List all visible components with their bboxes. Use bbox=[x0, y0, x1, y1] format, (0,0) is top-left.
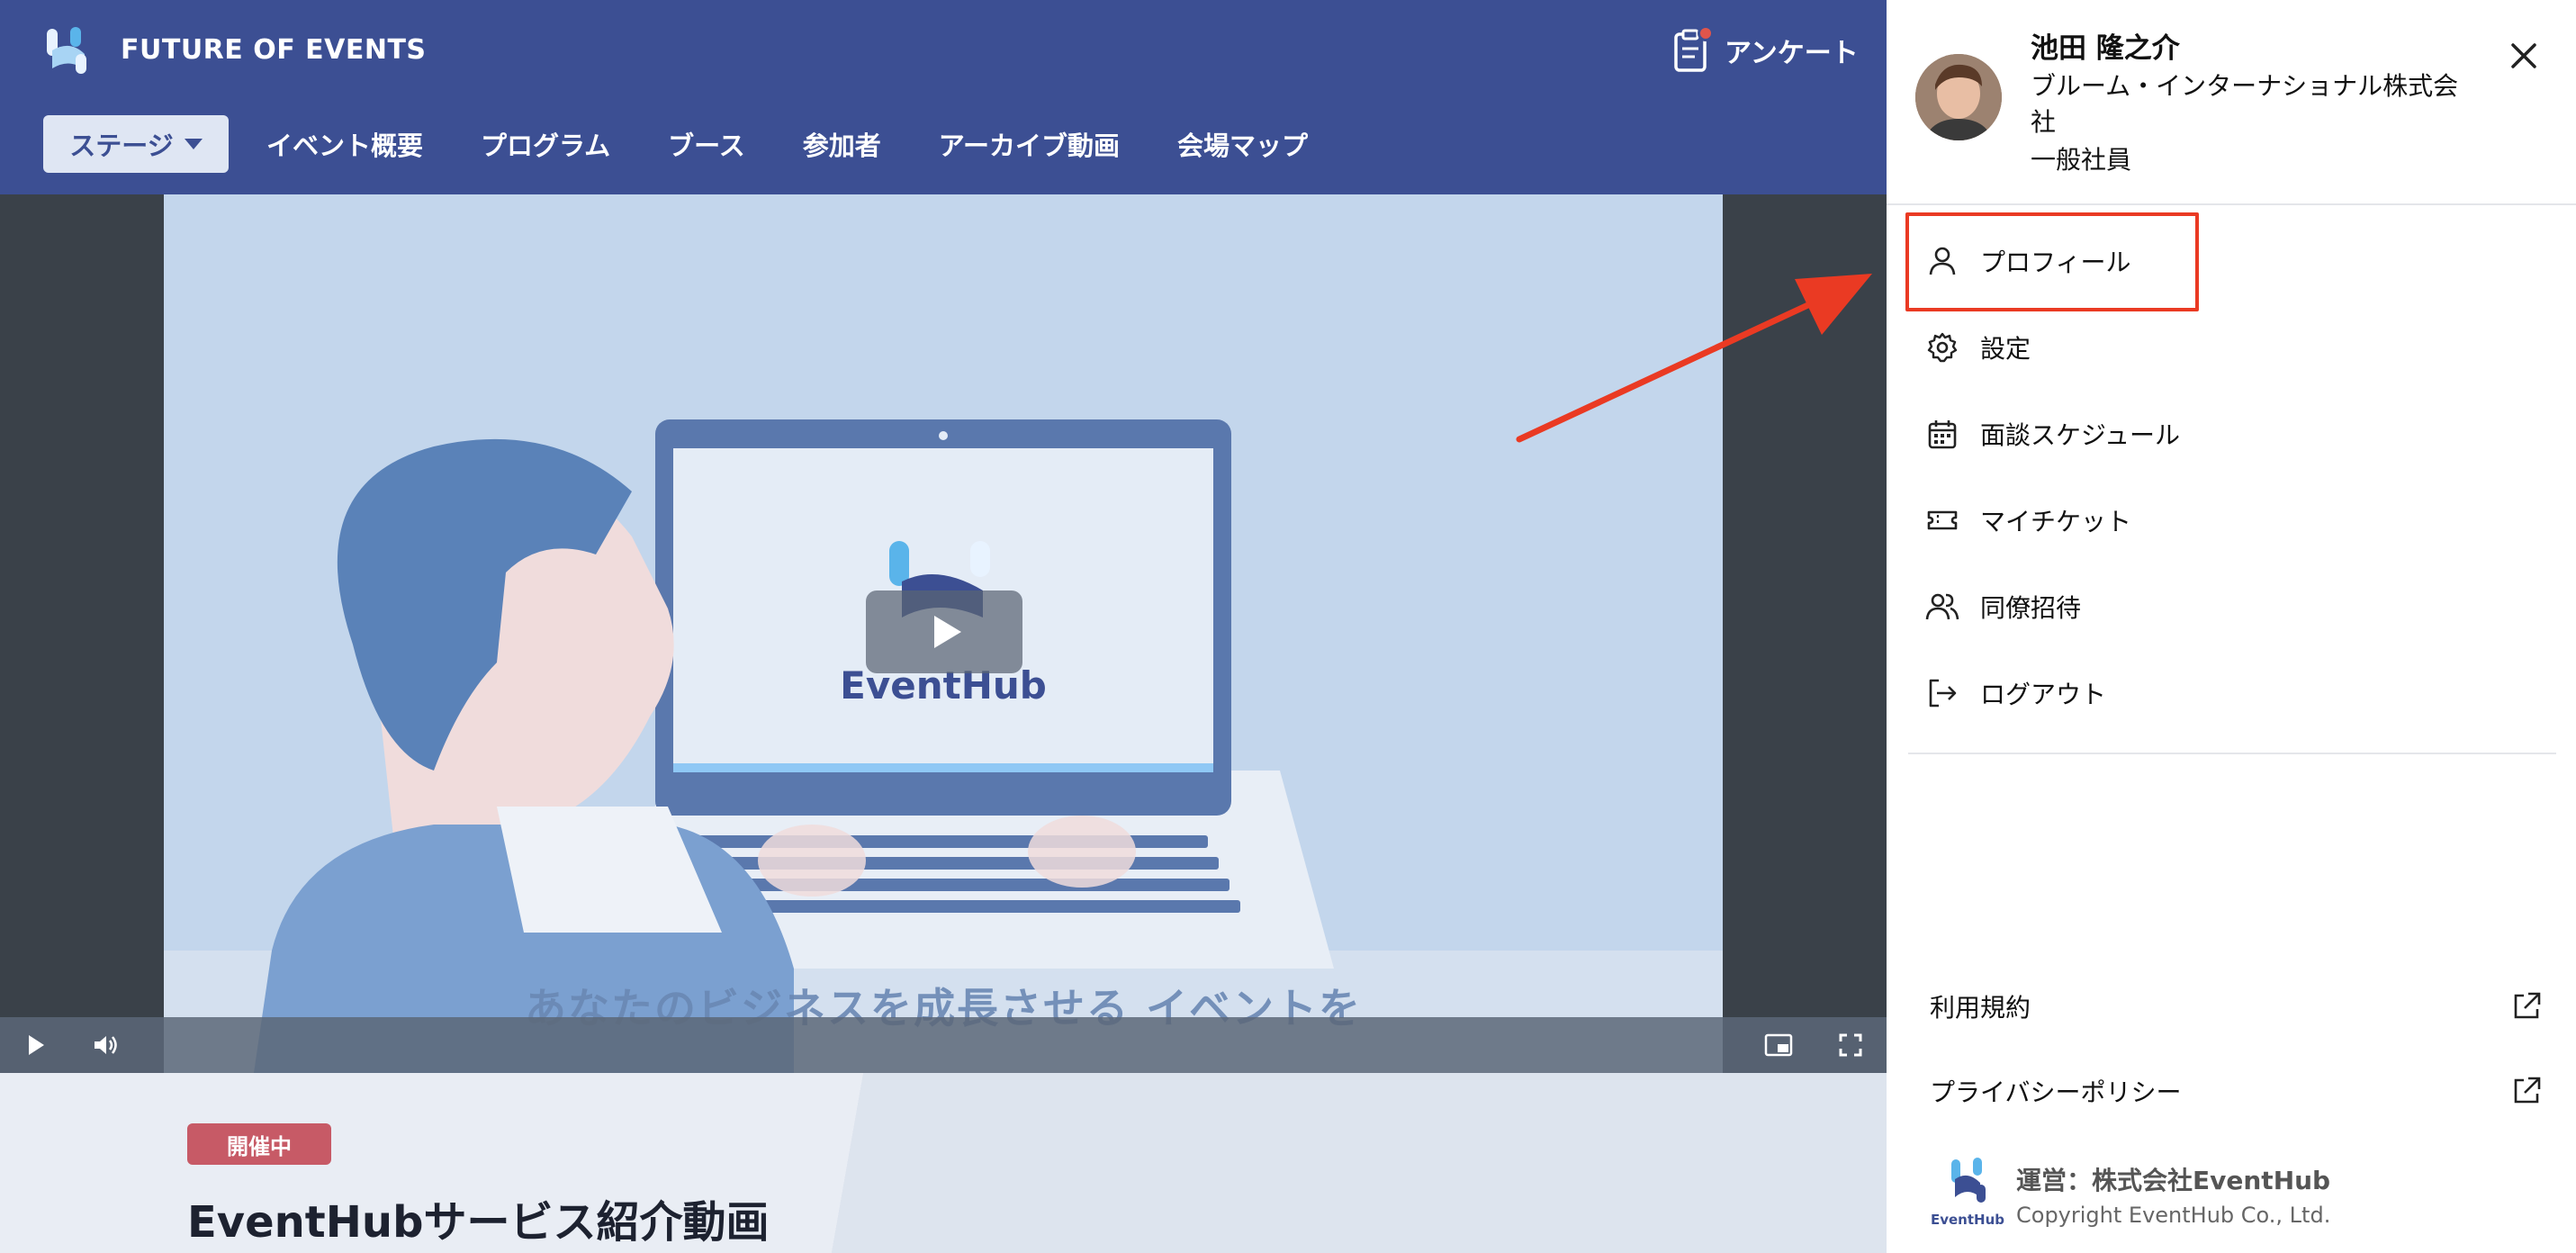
footer-operator: 運営：株式会社EventHub bbox=[2016, 1166, 2331, 1195]
menu-item-logout[interactable]: ログアウト bbox=[1908, 650, 2556, 736]
play-icon bbox=[28, 1035, 44, 1055]
menu-item-label: マイチケット bbox=[1980, 507, 2132, 536]
app-header: FUTURE OF EVENTS アンケート ステージ イベント概要 プログラム… bbox=[0, 0, 1887, 194]
people-icon bbox=[1924, 589, 1960, 625]
menu-item-label: 面談スケジュール bbox=[1980, 420, 2181, 450]
control-pip-button[interactable] bbox=[1753, 1017, 1804, 1073]
notification-dot bbox=[1698, 25, 1714, 41]
menu-item-profile[interactable]: プロフィール bbox=[1908, 218, 2556, 304]
link-label: プライバシーポリシー bbox=[1930, 1077, 2182, 1107]
clipboard-icon bbox=[1672, 25, 1714, 72]
nav-item-archive[interactable]: アーカイブ動画 bbox=[939, 125, 1120, 163]
link-label: 利用規約 bbox=[1930, 993, 2031, 1023]
gear-icon bbox=[1924, 329, 1960, 365]
ticket-icon bbox=[1924, 502, 1960, 538]
nav-item-participants[interactable]: 参加者 bbox=[803, 125, 881, 163]
menu-item-label: ログアウト bbox=[1980, 680, 2107, 709]
survey-button[interactable]: アンケート bbox=[1672, 25, 1859, 76]
menu-item-label: 設定 bbox=[1980, 334, 2031, 364]
footer-copyright: Copyright EventHub Co., Ltd. bbox=[2016, 1203, 2331, 1228]
volume-icon bbox=[95, 1036, 117, 1054]
external-link-icon bbox=[2514, 1077, 2541, 1104]
eventhub-logo-icon: EventHub bbox=[1931, 1158, 2004, 1228]
brand-name[interactable]: FUTURE OF EVENTS bbox=[121, 34, 427, 66]
calendar-icon bbox=[1924, 416, 1960, 452]
menu-item-label: 同僚招待 bbox=[1980, 593, 2082, 623]
nav-item-booth[interactable]: ブース bbox=[668, 125, 745, 163]
avatar bbox=[1915, 54, 2002, 140]
nav-stage-dropdown[interactable]: ステージ bbox=[43, 115, 229, 173]
nav-item-venue-map[interactable]: 会場マップ bbox=[1177, 125, 1308, 163]
control-play-button[interactable] bbox=[11, 1017, 61, 1073]
video-frame[interactable]: EventHub あなたのビジネスを成長させる イベントを bbox=[164, 194, 1723, 1073]
picture-in-picture-icon bbox=[1764, 1033, 1793, 1057]
divider bbox=[1887, 203, 2576, 205]
link-terms-of-use[interactable]: 利用規約 bbox=[1930, 979, 2542, 1033]
close-icon bbox=[2511, 43, 2536, 68]
logout-icon bbox=[1924, 675, 1960, 711]
footer-logo-text: EventHub bbox=[1931, 1212, 2004, 1228]
play-icon bbox=[934, 616, 961, 648]
divider bbox=[1908, 753, 2556, 754]
person-icon bbox=[1924, 243, 1960, 279]
nav-item-overview[interactable]: イベント概要 bbox=[266, 125, 423, 163]
menu-item-meeting-schedule[interactable]: 面談スケジュール bbox=[1908, 391, 2556, 477]
control-fullscreen-button[interactable] bbox=[1825, 1017, 1876, 1073]
status-badge: 開催中 bbox=[187, 1123, 331, 1165]
menu-item-my-ticket[interactable]: マイチケット bbox=[1908, 477, 2556, 563]
nav-item-program[interactable]: プログラム bbox=[481, 125, 610, 163]
nav-stage-label: ステージ bbox=[69, 131, 174, 161]
user-role: 一般社員 bbox=[2031, 145, 2132, 175]
video-play-overlay-button[interactable] bbox=[866, 590, 1022, 673]
annotation-arrow-icon bbox=[1516, 274, 1872, 443]
survey-label: アンケート bbox=[1725, 38, 1859, 69]
fullscreen-icon bbox=[1839, 1033, 1862, 1057]
event-title: EventHubサービス紹介動画 bbox=[187, 1197, 770, 1248]
user-menu-panel: 池田 隆之介 ブルーム・インターナショナル株式会社 一般社員 プロフィール 設定… bbox=[1887, 0, 2576, 1253]
user-name: 池田 隆之介 bbox=[2031, 32, 2180, 65]
menu-item-settings[interactable]: 設定 bbox=[1908, 304, 2556, 391]
video-controls bbox=[0, 1017, 1887, 1073]
main-nav: ステージ イベント概要 プログラム ブース 参加者 アーカイブ動画 会場マップ bbox=[43, 115, 1365, 173]
caret-down-icon bbox=[184, 139, 203, 149]
brand-logo-icon[interactable] bbox=[43, 23, 97, 77]
user-company: ブルーム・インターナショナル株式会社 bbox=[2031, 71, 2459, 137]
close-button[interactable] bbox=[2504, 36, 2544, 76]
control-volume-button[interactable] bbox=[81, 1017, 131, 1073]
menu-item-label: プロフィール bbox=[1980, 248, 2131, 277]
user-menu: プロフィール 設定 面談スケジュール マイチケット 同僚招待 ログアウト bbox=[1908, 218, 2556, 736]
link-privacy-policy[interactable]: プライバシーポリシー bbox=[1930, 1064, 2542, 1118]
event-app: FUTURE OF EVENTS アンケート ステージ イベント概要 プログラム… bbox=[0, 0, 1887, 1253]
menu-item-invite-colleagues[interactable]: 同僚招待 bbox=[1908, 563, 2556, 650]
external-link-icon bbox=[2514, 992, 2541, 1019]
